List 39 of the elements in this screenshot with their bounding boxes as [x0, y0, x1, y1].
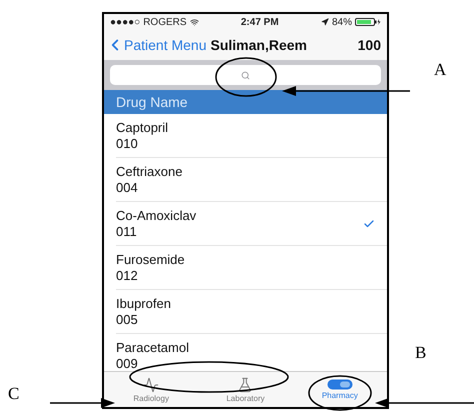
signal-dots: ●●●●○	[110, 16, 140, 28]
drug-row[interactable]: Ceftriaxone 004	[116, 158, 387, 202]
drug-code: 004	[116, 180, 139, 196]
callout-label: C	[8, 384, 20, 404]
drug-row[interactable]: Furosemide 012	[116, 246, 387, 290]
callout-label: A	[434, 60, 446, 80]
pill-icon	[326, 379, 353, 390]
drug-row[interactable]: Co-Amoxiclav 011	[116, 202, 387, 246]
carrier-name: ROGERS	[143, 16, 187, 28]
drug-name: Captopril	[116, 120, 170, 136]
clock-time: 2:47 PM	[240, 16, 279, 28]
tab-button[interactable]: Radiology	[104, 372, 198, 407]
callout-label: B	[415, 343, 426, 363]
drug-row[interactable]: Ibuprofen 005	[116, 290, 387, 334]
back-link[interactable]: Patient Menu	[106, 36, 206, 54]
drug-code: 012	[116, 268, 139, 284]
drug-name: Furosemide	[116, 252, 186, 268]
drug-code: 005	[116, 312, 139, 328]
search-icon	[241, 70, 250, 80]
drug-code: 011	[116, 224, 138, 240]
tab-button[interactable]: Laboratory	[198, 372, 293, 407]
heartbeat-icon	[143, 376, 160, 392]
drug-code: 009	[116, 356, 139, 371]
patient-name: Suliman,Reem	[210, 37, 308, 53]
battery-icon	[354, 18, 381, 26]
patient-number: 100	[358, 37, 381, 53]
drug-row[interactable]: Captopril 010	[116, 114, 387, 158]
drug-name: Ibuprofen	[116, 296, 172, 312]
wifi-icon	[190, 18, 199, 26]
search-field[interactable]	[110, 65, 381, 85]
drug-code: 010	[116, 136, 139, 152]
battery-percent: 84%	[332, 16, 352, 28]
drug-name: Co-Amoxiclav	[116, 208, 198, 224]
callout-ellipse	[215, 57, 277, 97]
drug-name: Ceftriaxone	[116, 164, 184, 180]
drug-name: Paracetamol	[116, 340, 190, 356]
location-icon	[320, 18, 329, 26]
column-header: Drug Name	[104, 90, 387, 114]
flask-icon	[237, 376, 254, 392]
